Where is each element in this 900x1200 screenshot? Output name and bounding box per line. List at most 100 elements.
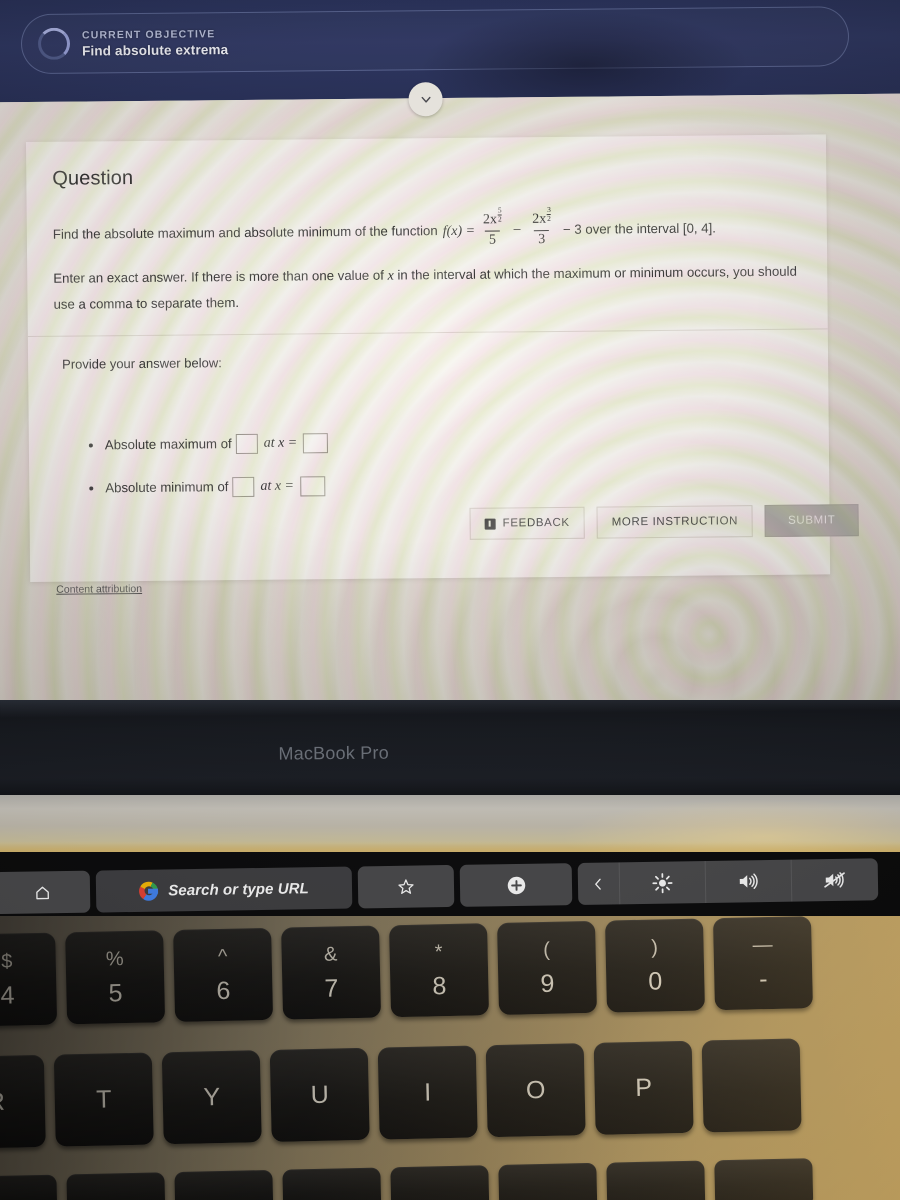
key-0-upper: ) — [651, 935, 659, 959]
page-title: Question — [52, 167, 134, 190]
touchbar-brightness-button[interactable] — [619, 860, 707, 905]
key-row3-4[interactable] — [282, 1167, 382, 1200]
touch-bar: Search or type URL — [0, 852, 900, 920]
term1-denominator: 5 — [484, 230, 501, 249]
volume-up-icon — [739, 873, 758, 889]
key-6[interactable]: ^ 6 — [173, 927, 274, 1023]
key-row3-5[interactable] — [390, 1165, 490, 1200]
answer-max-x-input[interactable] — [303, 432, 329, 454]
key-8[interactable]: * 8 — [389, 923, 490, 1018]
content-attribution-link[interactable]: Content attribution — [56, 583, 142, 596]
bullet-icon — [89, 486, 94, 491]
key-minus[interactable]: — - — [712, 916, 813, 1011]
answer-max-value-input[interactable] — [235, 433, 258, 454]
key-r[interactable]: R — [0, 1054, 46, 1149]
collapse-objective-button[interactable] — [408, 82, 443, 117]
key-8-upper: * — [434, 940, 443, 963]
answer-min-x-input[interactable] — [299, 475, 326, 497]
answer-min-at-x: at x = — [260, 478, 295, 494]
key-7-upper: & — [323, 942, 338, 966]
key-0[interactable]: ) 0 — [604, 918, 705, 1013]
key-9[interactable]: ( 9 — [497, 920, 598, 1015]
term2-coefficient: 2x — [532, 211, 547, 227]
key-5-lower: 5 — [108, 978, 123, 1007]
answer-max-label: Absolute maximum of — [104, 436, 232, 453]
key-4[interactable]: $ 4 — [0, 932, 58, 1027]
touchbar-bookmark-button[interactable] — [357, 864, 455, 909]
keyboard-letter-row: R T Y U I O P — [0, 1038, 802, 1149]
math-term-1: 2x 5 2 5 — [479, 205, 506, 249]
answer-list: Absolute maximum of at x = Absolute mini… — [54, 364, 803, 498]
key-minus-upper: — — [752, 933, 773, 956]
touchbar-search-field[interactable]: Search or type URL — [95, 866, 353, 913]
key-5[interactable]: % 5 — [65, 930, 166, 1025]
key-7-lower: 7 — [324, 973, 339, 1003]
instructions-variable: x — [387, 268, 394, 285]
key-u[interactable]: U — [269, 1047, 370, 1142]
key-8-lower: 8 — [432, 971, 447, 1000]
key-6-upper: ^ — [217, 945, 228, 968]
answer-row-maximum: Absolute maximum of at x = — [88, 428, 803, 455]
function-label: f(x) = — [442, 223, 476, 239]
chevron-left-icon — [595, 878, 601, 890]
submit-button[interactable]: SUBMIT — [764, 504, 859, 537]
bullet-icon — [88, 443, 93, 448]
objective-pill[interactable]: CURRENT OBJECTIVE Find absolute extrema — [20, 6, 850, 75]
prompt-lead: Find the absolute maximum and absolute m… — [52, 223, 438, 243]
term2-exp-den: 2 — [547, 214, 551, 224]
key-u-label: U — [310, 1080, 330, 1109]
hinge-specular-highlight — [560, 799, 900, 853]
chevron-down-icon — [421, 96, 431, 103]
macbook-pro-label: MacBook Pro — [278, 742, 389, 764]
touchbar-new-tab-button[interactable] — [459, 863, 573, 907]
key-i[interactable]: I — [377, 1045, 478, 1140]
volume-mute-icon — [824, 872, 845, 888]
brightness-icon — [652, 872, 673, 893]
key-row3-3[interactable] — [174, 1169, 274, 1200]
key-row3-6[interactable] — [498, 1162, 598, 1200]
term1-coefficient: 2x — [482, 212, 498, 228]
key-row3-8[interactable] — [714, 1158, 814, 1200]
key-row3-7[interactable] — [606, 1160, 706, 1200]
key-6-lower: 6 — [216, 976, 231, 1005]
key-0-lower: 0 — [648, 966, 663, 996]
key-bracket-open[interactable] — [701, 1038, 802, 1133]
macbook-photo: CURRENT OBJECTIVE Find absolute extrema … — [0, 0, 900, 1200]
answer-row-minimum: Absolute minimum of at x = — [89, 471, 803, 498]
key-p-label: P — [634, 1073, 653, 1102]
prompt-tail: − 3 over the interval [0, 4]. — [562, 220, 716, 238]
key-9-upper: ( — [543, 938, 551, 961]
more-instruction-button[interactable]: MORE INSTRUCTION — [596, 505, 754, 539]
math-term-2: 2x 3 2 3 — [528, 205, 555, 248]
feedback-button[interactable]: FEEDBACK — [469, 506, 585, 540]
math-operator: − — [512, 221, 522, 238]
google-g-icon — [139, 881, 159, 901]
key-minus-lower: - — [758, 964, 768, 993]
term1-exp-den: 2 — [497, 214, 502, 225]
touchbar-back-button[interactable] — [577, 862, 621, 905]
key-p[interactable]: P — [593, 1040, 694, 1135]
key-row3-2[interactable] — [66, 1172, 166, 1200]
key-t[interactable]: T — [53, 1052, 154, 1147]
answer-min-label: Absolute minimum of — [105, 479, 229, 496]
touchbar-home-button[interactable] — [0, 870, 91, 915]
key-o[interactable]: O — [485, 1043, 586, 1138]
answer-min-value-input[interactable] — [232, 476, 255, 497]
key-9-lower: 9 — [540, 969, 555, 998]
touchbar-mute-button[interactable] — [792, 858, 879, 901]
key-7[interactable]: & 7 — [281, 925, 382, 1020]
plus-circle-icon — [507, 876, 525, 894]
keyboard-home-row-partial — [0, 1158, 814, 1200]
question-card: Question Find the absolute maximum and a… — [25, 134, 859, 583]
key-o-label: O — [525, 1075, 546, 1104]
laptop-screen: CURRENT OBJECTIVE Find absolute extrema … — [0, 0, 900, 700]
keyboard: $ 4 % 5 ^ 6 & 7 * 8 (9) 0 — - R T Y U … — [0, 916, 900, 1200]
key-i-label: I — [423, 1077, 432, 1107]
bezel-glint — [0, 700, 900, 718]
key-y[interactable]: Y — [161, 1050, 262, 1145]
submit-button-label: SUBMIT — [788, 514, 836, 527]
key-row3-1[interactable] — [0, 1174, 58, 1200]
term2-denominator: 3 — [534, 229, 550, 248]
screen-bezel: MacBook Pro — [0, 700, 900, 800]
touchbar-volume-up-button[interactable] — [705, 859, 793, 903]
